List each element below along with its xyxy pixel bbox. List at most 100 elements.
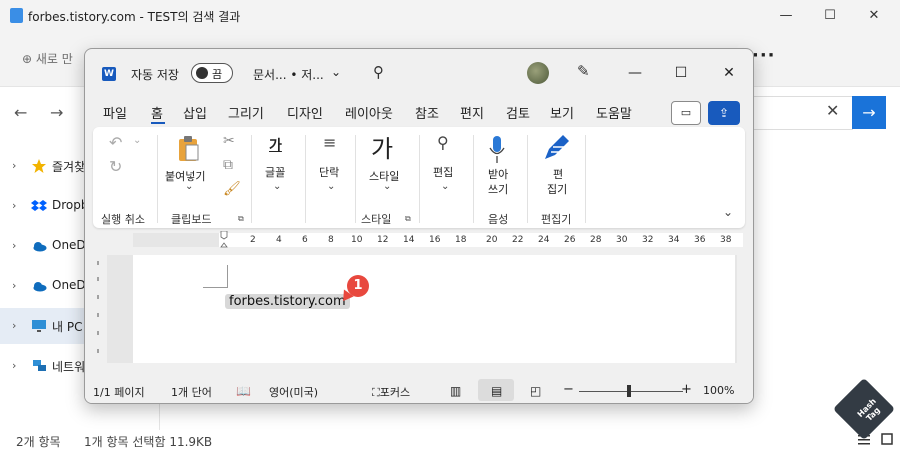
styles-group-label: 스타일 bbox=[361, 213, 392, 226]
focus-icon: ⛶ bbox=[372, 386, 380, 399]
dialog-launcher-icon[interactable]: ⧉ bbox=[238, 214, 244, 224]
chevron-down-icon[interactable]: ⌄ bbox=[133, 135, 141, 146]
paragraph-label[interactable]: 단락 bbox=[319, 165, 339, 180]
chevron-right-icon[interactable]: › bbox=[12, 239, 16, 252]
word-minimize-button[interactable]: — bbox=[625, 63, 645, 83]
dictate-label-1[interactable]: 받아 bbox=[488, 167, 508, 182]
dictate-label-2[interactable]: 쓰기 bbox=[488, 182, 508, 197]
tab-layout[interactable]: 레이아웃 bbox=[345, 103, 393, 122]
chevron-down-icon[interactable]: ⌄ bbox=[327, 181, 335, 192]
tab-design[interactable]: 디자인 bbox=[287, 103, 323, 122]
styles-icon[interactable]: 가 bbox=[371, 129, 393, 164]
tab-help[interactable]: 도움말 bbox=[596, 103, 632, 122]
autosave-toggle[interactable]: 끔 bbox=[191, 63, 233, 83]
cut-icon[interactable]: ✂ bbox=[223, 133, 235, 149]
microphone-icon[interactable] bbox=[489, 135, 505, 165]
ruler-number: 14 bbox=[403, 235, 415, 245]
editor-label-1[interactable]: 편 bbox=[553, 167, 563, 182]
editor-group-label: 편집기 bbox=[541, 213, 572, 226]
sidebar-item-label: 내 PC bbox=[52, 320, 83, 334]
tab-home[interactable]: 홈 bbox=[151, 103, 163, 122]
zoom-in-button[interactable]: + bbox=[681, 382, 692, 397]
ruler-number: 8 bbox=[328, 235, 334, 245]
back-arrow-icon[interactable]: ← bbox=[14, 103, 27, 122]
read-mode-icon[interactable]: ▥ bbox=[450, 384, 461, 398]
tab-view[interactable]: 보기 bbox=[550, 103, 574, 122]
clear-search-icon[interactable]: ✕ bbox=[826, 101, 839, 120]
editing-label[interactable]: 편집 bbox=[433, 165, 453, 180]
ribbon-collapse-chevron-icon[interactable]: ⌄ bbox=[723, 205, 733, 219]
chevron-down-icon[interactable]: ⌄ bbox=[331, 65, 341, 79]
zoom-slider-thumb[interactable] bbox=[627, 385, 631, 397]
minimize-button[interactable]: — bbox=[776, 6, 796, 26]
ribbon-divider bbox=[305, 135, 306, 223]
paragraph-icon[interactable]: ≡ bbox=[323, 133, 336, 152]
zoom-out-button[interactable]: − bbox=[563, 382, 574, 397]
zoom-slider[interactable] bbox=[579, 391, 683, 392]
close-button[interactable]: ✕ bbox=[864, 6, 884, 26]
word-maximize-button[interactable]: ☐ bbox=[671, 63, 691, 83]
word-count[interactable]: 1개 단어 bbox=[171, 384, 212, 400]
new-button-label: 새로 만 bbox=[35, 52, 73, 66]
paste-icon[interactable] bbox=[177, 135, 201, 163]
language[interactable]: 영어(미국) bbox=[269, 384, 318, 400]
ruler-number: 28 bbox=[590, 235, 602, 245]
chevron-right-icon[interactable]: › bbox=[12, 199, 16, 212]
chevron-right-icon[interactable]: › bbox=[12, 319, 16, 332]
word-close-button[interactable]: ✕ bbox=[719, 63, 739, 83]
maximize-button[interactable]: ☐ bbox=[820, 6, 840, 26]
designer-pen-icon[interactable]: ✎ bbox=[577, 62, 590, 80]
ruler-number: 20 bbox=[486, 235, 498, 245]
redo-icon[interactable]: ↻ bbox=[109, 157, 122, 176]
comment-button[interactable]: ▭ bbox=[671, 101, 701, 125]
editor-pen-icon[interactable] bbox=[541, 133, 571, 163]
undo-icon[interactable]: ↶ bbox=[109, 133, 122, 152]
explorer-status-bar: 2개 항목 1개 항목 선택함 11.9KB bbox=[0, 428, 900, 452]
tab-file[interactable]: 파일 bbox=[103, 103, 127, 122]
tab-draw[interactable]: 그리기 bbox=[228, 103, 264, 122]
tab-mailings[interactable]: 편지 bbox=[460, 103, 484, 122]
chevron-down-icon[interactable]: ⌄ bbox=[185, 181, 193, 192]
chevron-right-icon[interactable]: › bbox=[12, 159, 16, 172]
document-name[interactable]: 문서... • 저... bbox=[253, 66, 324, 83]
ruler-number: 2 bbox=[250, 235, 256, 245]
chevron-down-icon[interactable]: ⌄ bbox=[383, 181, 391, 192]
share-button[interactable]: ⇪ bbox=[708, 101, 740, 125]
page-count[interactable]: 1/1 페이지 bbox=[93, 384, 145, 400]
dropbox-icon bbox=[31, 200, 47, 211]
explorer-title: forbes.tistory.com - TEST의 검색 결과 bbox=[28, 10, 241, 24]
zoom-level[interactable]: 100% bbox=[703, 384, 734, 397]
more-options-button[interactable]: ··· bbox=[752, 45, 776, 66]
ruler-number: 16 bbox=[429, 235, 441, 245]
ribbon-divider bbox=[527, 135, 528, 223]
find-icon[interactable]: ⚲ bbox=[437, 133, 449, 152]
focus-label: 포커스 bbox=[379, 386, 411, 399]
web-layout-icon[interactable]: ◰ bbox=[530, 384, 541, 398]
tab-references[interactable]: 참조 bbox=[415, 103, 439, 122]
document-text[interactable]: forbes.tistory.com bbox=[225, 294, 350, 309]
tab-insert[interactable]: 삽입 bbox=[183, 103, 207, 122]
sidebar-item-label: 네트워 bbox=[52, 360, 86, 374]
proofing-book-icon[interactable]: 📖 bbox=[236, 384, 251, 398]
editor-label-2[interactable]: 집기 bbox=[547, 182, 567, 197]
search-icon[interactable]: ⚲ bbox=[373, 63, 384, 81]
avatar[interactable] bbox=[527, 62, 549, 84]
copy-icon[interactable]: ⧉ bbox=[223, 157, 233, 173]
chevron-right-icon[interactable]: › bbox=[12, 279, 16, 292]
dialog-launcher-icon[interactable]: ⧉ bbox=[405, 214, 411, 224]
chevron-down-icon[interactable]: ⌄ bbox=[441, 181, 449, 192]
active-tab-indicator bbox=[151, 122, 165, 124]
tab-review[interactable]: 검토 bbox=[506, 103, 530, 122]
search-go-button[interactable]: → bbox=[852, 96, 886, 129]
ribbon-divider bbox=[473, 135, 474, 223]
new-button[interactable]: ⊕ 새로 만 bbox=[22, 50, 73, 67]
focus-button[interactable]: ⛶포커스 bbox=[372, 384, 410, 400]
vertical-ruler[interactable] bbox=[91, 255, 105, 365]
forward-arrow-icon[interactable]: → bbox=[50, 103, 63, 122]
format-painter-icon[interactable]: 🖌 bbox=[223, 181, 241, 197]
font-label[interactable]: 글꼴 bbox=[265, 165, 285, 180]
chevron-down-icon[interactable]: ⌄ bbox=[273, 181, 281, 192]
font-icon[interactable]: 가 bbox=[269, 135, 282, 155]
print-layout-icon[interactable]: ▤ bbox=[491, 384, 502, 398]
chevron-right-icon[interactable]: › bbox=[12, 359, 16, 372]
